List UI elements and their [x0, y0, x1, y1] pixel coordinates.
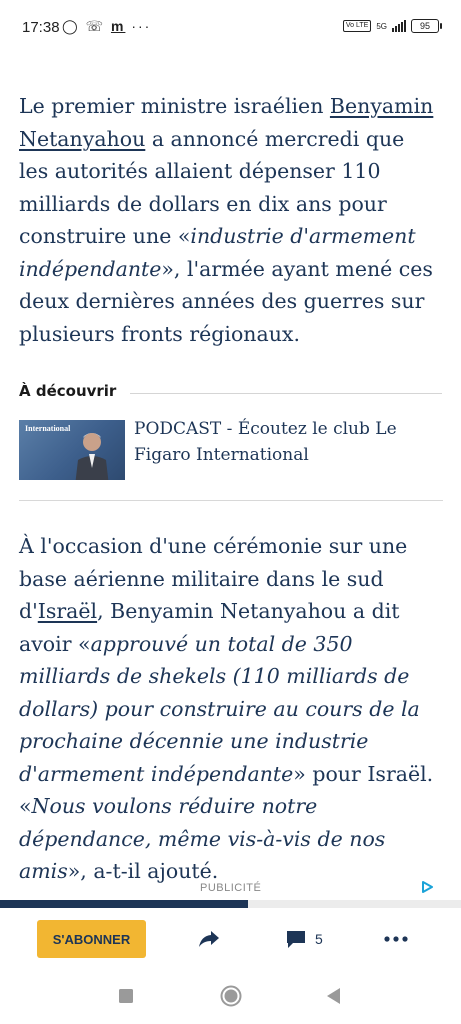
ad-label: PUBLICITÉ: [200, 882, 262, 894]
subscribe-button[interactable]: S'ABONNER: [37, 920, 146, 958]
system-indicators: Vo LTE 5G 95: [342, 19, 442, 33]
person-figure-icon: [75, 433, 109, 480]
more-options-button[interactable]: [384, 926, 408, 952]
thumbnail-label: International: [25, 424, 71, 433]
article-paragraph-2: À l'occasion d'une cérémonie sur une bas…: [19, 530, 439, 888]
link-israel[interactable]: Israël: [38, 599, 97, 623]
whatsapp-icon: ◯: [62, 18, 80, 34]
back-icon[interactable]: [322, 984, 346, 1008]
battery-icon: 95: [411, 19, 442, 33]
home-icon[interactable]: [219, 984, 243, 1008]
comment-icon: [287, 931, 305, 948]
share-button[interactable]: [198, 926, 220, 952]
comments-button[interactable]: 5: [285, 926, 323, 952]
notification-icons: ◯ ☏ m ···: [62, 18, 151, 35]
podcast-thumbnail[interactable]: International: [19, 420, 125, 480]
discover-card[interactable]: International PODCAST - Écoutez le club …: [19, 418, 443, 482]
ad-banner-fill: [0, 900, 248, 908]
network-type: 5G: [376, 21, 387, 31]
status-bar: 17:38 ◯ ☏ m ··· Vo LTE 5G 95: [0, 0, 461, 56]
ad-banner-strip[interactable]: [0, 900, 461, 908]
recent-apps-icon[interactable]: [114, 984, 138, 1008]
discover-card-title[interactable]: PODCAST - Écoutez le club Le Figaro Inte…: [134, 416, 434, 468]
article-toolbar: S'ABONNER 5: [0, 908, 461, 971]
section-divider: [19, 500, 443, 501]
battery-level: 95: [419, 21, 430, 31]
article-paragraph-1: Le premier ministre israélien Benyamin N…: [19, 90, 439, 350]
volte-icon: Vo LTE: [342, 20, 372, 32]
more-dots-icon: [384, 936, 408, 942]
status-time: 17:38: [22, 19, 60, 36]
share-icon: [199, 931, 219, 947]
m-app-icon: m: [110, 18, 126, 34]
signal-icon: [392, 20, 406, 32]
comment-count: 5: [315, 931, 323, 947]
text-segment: Le premier ministre israélien: [19, 94, 330, 118]
discover-heading: À découvrir: [19, 382, 117, 400]
missed-call-icon: ☏: [85, 18, 106, 34]
adchoices-icon[interactable]: [420, 880, 434, 894]
discover-heading-rule: [130, 393, 442, 394]
more-dots-icon: ···: [131, 18, 152, 34]
system-navigation-bar: [0, 970, 461, 1024]
text-segment: », a-t-il ajouté.: [67, 859, 219, 883]
